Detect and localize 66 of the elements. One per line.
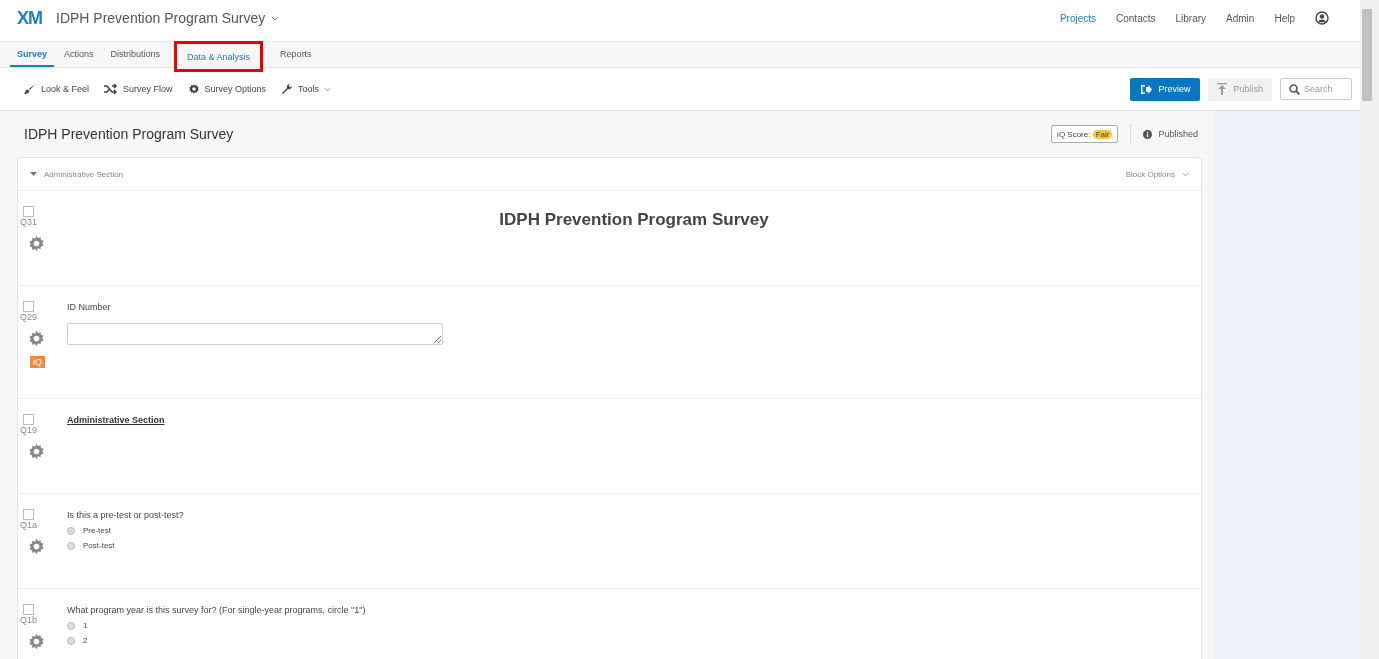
question-text: ID Number <box>67 302 112 312</box>
iq-score-button[interactable]: iQ Score: Fair <box>1051 125 1119 143</box>
question-text: What program year is this survey for? (For single-year programs, circle "1") <box>67 605 367 615</box>
checkbox[interactable] <box>23 604 34 615</box>
tab[interactable]: Reports <box>273 42 319 67</box>
info-icon <box>1143 129 1153 139</box>
radio-button[interactable] <box>67 621 75 630</box>
checkbox[interactable] <box>23 414 34 425</box>
checkbox[interactable] <box>23 509 34 520</box>
gear-icon[interactable] <box>28 633 45 650</box>
question-id: Q29 <box>20 312 37 322</box>
block-name[interactable]: Administrative Section <box>44 169 124 179</box>
preview-button[interactable]: Preview <box>1130 77 1201 101</box>
nav-link[interactable]: Projects <box>1059 12 1096 24</box>
tab[interactable]: Actions <box>57 42 101 67</box>
scrollbar[interactable] <box>1360 0 1379 659</box>
nav-link[interactable]: Contacts <box>1116 12 1156 24</box>
radio-button[interactable] <box>67 636 75 645</box>
tab[interactable]: Survey <box>10 42 55 67</box>
gear-icon[interactable] <box>28 443 45 460</box>
choice-label[interactable]: Pre-test <box>83 526 111 535</box>
chevron-icon <box>271 15 280 21</box>
chevron-icon <box>1182 171 1189 177</box>
toolbar-button[interactable]: Survey Options <box>187 83 267 95</box>
gear-icon[interactable] <box>28 538 45 555</box>
nav-link[interactable]: Admin <box>1226 12 1255 24</box>
caret-icon[interactable] <box>30 172 37 176</box>
logo[interactable]: XM <box>17 7 42 29</box>
upload-icon <box>1217 83 1228 95</box>
choice-label[interactable]: 2 <box>83 636 88 645</box>
toolbar-button[interactable]: Look & Feel <box>23 83 90 95</box>
choice-label[interactable]: Post-test <box>83 541 115 550</box>
tab[interactable]: Distributions <box>103 42 168 67</box>
question-id: Q1b <box>20 615 37 625</box>
text-entry-field[interactable] <box>67 323 443 345</box>
user-icon[interactable] <box>1315 11 1329 25</box>
project-title[interactable]: IDPH Prevention Program Survey <box>56 10 266 26</box>
brush-icon <box>23 83 36 95</box>
gear-icon[interactable] <box>28 235 45 252</box>
search-field[interactable]: Search <box>1280 78 1352 100</box>
checkbox[interactable] <box>23 301 34 312</box>
choice-label[interactable]: 1 <box>83 621 88 630</box>
question-text: Is this a pre-test or post-test? <box>67 510 185 520</box>
wrench-icon <box>281 83 294 95</box>
status-text: Published <box>1158 129 1198 139</box>
shuffle-icon <box>104 84 119 94</box>
radio-button[interactable] <box>67 526 75 535</box>
block-options-menu[interactable]: Block Options <box>1125 169 1175 179</box>
tab[interactable]: Data & Analysis <box>174 41 264 72</box>
checkbox[interactable] <box>23 206 34 217</box>
survey-title: IDPH Prevention Program Survey <box>24 126 234 142</box>
radio-button[interactable] <box>67 541 75 550</box>
chevron-icon <box>324 86 332 92</box>
gear-icon[interactable] <box>28 330 45 347</box>
section-heading: Administrative Section <box>67 415 166 425</box>
exit-icon <box>1140 83 1153 95</box>
question-id: Q19 <box>20 425 37 435</box>
question-id: Q1a <box>20 520 37 530</box>
question-id: Q31 <box>20 217 37 227</box>
toolbar-button[interactable]: Tools <box>281 83 332 95</box>
nav-link[interactable]: Library <box>1175 12 1207 24</box>
toolbar-button[interactable]: Survey Flow <box>104 84 173 94</box>
nav-link[interactable]: Help <box>1274 12 1295 24</box>
question-title: IDPH Prevention Program Survey <box>498 210 770 230</box>
scroll-thumb[interactable] <box>1362 9 1372 101</box>
gear-icon <box>187 83 200 95</box>
